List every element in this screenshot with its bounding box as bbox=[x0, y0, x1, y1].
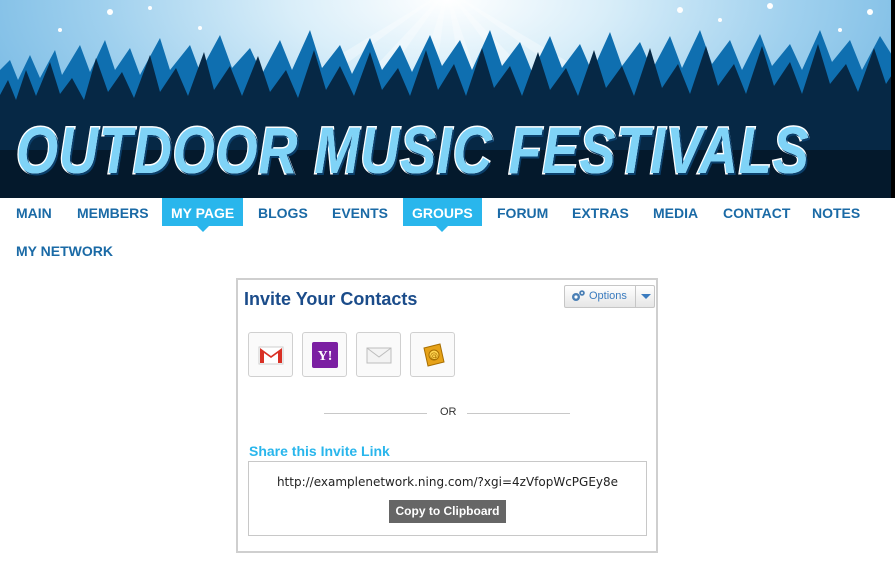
copy-to-clipboard-button[interactable]: Copy to Clipboard bbox=[389, 500, 506, 523]
address-book-icon: @ bbox=[423, 343, 445, 367]
nav-members[interactable]: MEMBERS bbox=[68, 198, 158, 226]
site-logo-text: Outdoor Music Festivals bbox=[15, 112, 810, 189]
nav-notes[interactable]: NOTES bbox=[803, 198, 869, 226]
address-book-invite-button[interactable]: @ bbox=[410, 332, 455, 377]
nav-extras[interactable]: EXTRAS bbox=[563, 198, 638, 226]
nav-main[interactable]: MAIN bbox=[7, 198, 61, 226]
gmail-invite-button[interactable] bbox=[248, 332, 293, 377]
gear-icon bbox=[572, 290, 585, 301]
divider-left bbox=[324, 413, 427, 414]
nav-forum[interactable]: FORUM bbox=[488, 198, 557, 226]
email-icon bbox=[366, 347, 392, 364]
chevron-down-icon[interactable] bbox=[641, 294, 651, 299]
invite-title: Invite Your Contacts bbox=[244, 289, 418, 309]
yahoo-icon: Y! bbox=[312, 342, 338, 368]
nav-events[interactable]: EVENTS bbox=[323, 198, 397, 226]
divider-right bbox=[467, 413, 570, 414]
nav-my-network[interactable]: MY NETWORK bbox=[7, 236, 122, 264]
options-label: Options bbox=[589, 290, 627, 302]
nav-my-page[interactable]: MY PAGE bbox=[162, 198, 244, 232]
nav-contact[interactable]: CONTACT bbox=[714, 198, 799, 226]
banner-edge bbox=[891, 0, 895, 198]
site-banner: Outdoor Music Festivals bbox=[0, 0, 895, 198]
nav-blogs[interactable]: BLOGS bbox=[249, 198, 317, 226]
or-separator: OR bbox=[440, 406, 457, 418]
invite-contacts-panel: Invite Your Contacts Options Y! @ OR Sha… bbox=[236, 278, 658, 553]
svg-text:@: @ bbox=[430, 351, 438, 360]
email-invite-button[interactable] bbox=[356, 332, 401, 377]
yahoo-invite-button[interactable]: Y! bbox=[302, 332, 347, 377]
yahoo-icon-text: Y! bbox=[318, 349, 333, 364]
share-link-box: http://examplenetwork.ning.com/?xgi=4zVf… bbox=[248, 461, 647, 536]
gmail-icon bbox=[258, 346, 284, 365]
options-button[interactable]: Options bbox=[564, 285, 655, 308]
invite-link-url[interactable]: http://examplenetwork.ning.com/?xgi=4zVf… bbox=[249, 475, 646, 489]
share-invite-link-heading: Share this Invite Link bbox=[249, 443, 390, 459]
nav-groups[interactable]: GROUPS bbox=[403, 198, 482, 232]
nav-media[interactable]: MEDIA bbox=[644, 198, 707, 226]
options-divider bbox=[635, 286, 636, 307]
